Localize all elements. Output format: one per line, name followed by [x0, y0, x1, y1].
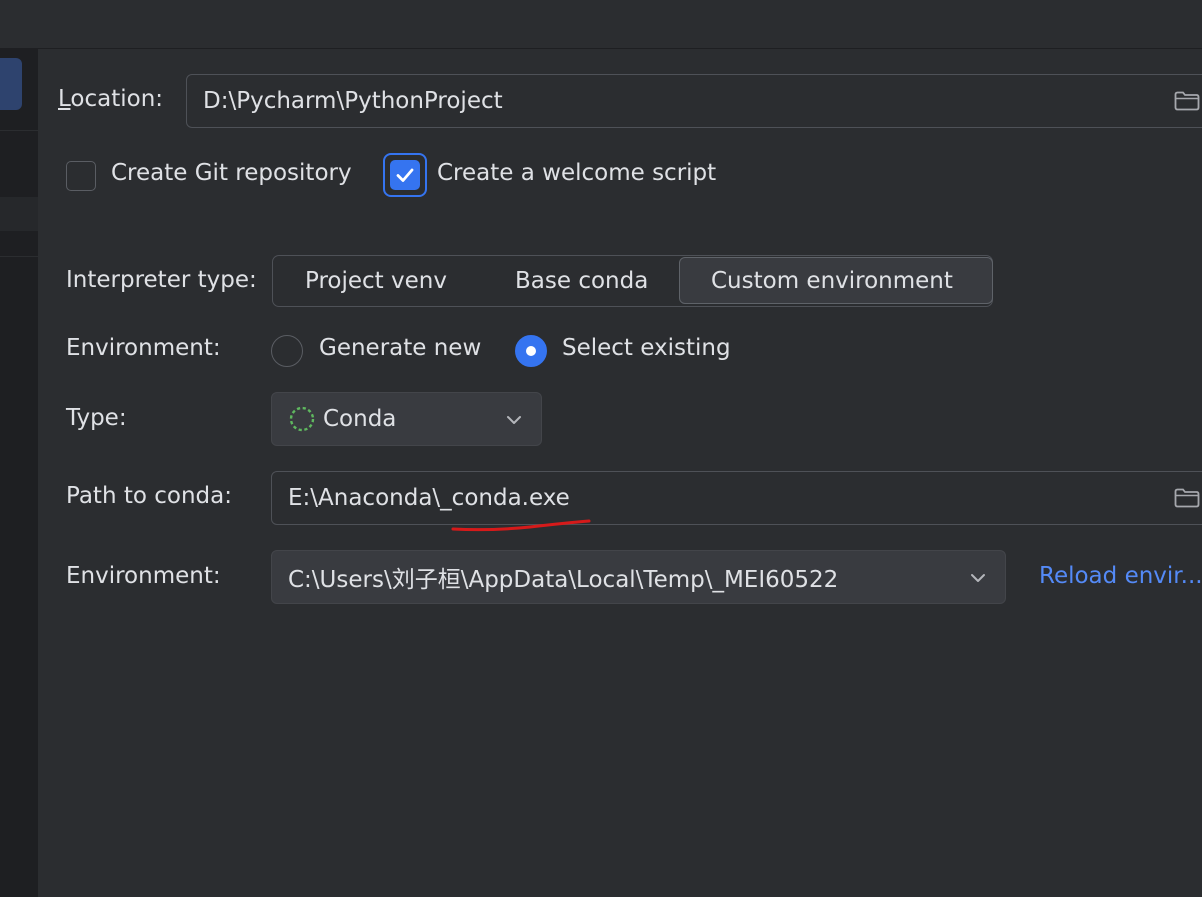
type-value: Conda	[323, 406, 397, 432]
interpreter-type-label: Interpreter type:	[66, 267, 257, 293]
select-existing-radio[interactable]	[515, 335, 547, 367]
conda-spinner-icon	[289, 406, 315, 432]
location-value: D:\Pycharm\PythonProject	[203, 88, 503, 114]
dialog-title-bar	[0, 0, 1202, 49]
segment-base-conda[interactable]: Base conda	[515, 256, 648, 305]
chevron-down-icon	[971, 574, 985, 582]
sidebar-item[interactable]	[0, 197, 38, 231]
red-underline-annotation	[451, 519, 591, 532]
path-to-conda-input[interactable]: E:\Anaconda\_conda.exe	[271, 471, 1202, 525]
sidebar-selected-item[interactable]	[0, 58, 22, 110]
environment-label: Environment:	[66, 563, 221, 589]
segment-custom-environment[interactable]: Custom environment	[679, 257, 993, 304]
location-label: Location:	[58, 86, 163, 112]
reload-environments-link[interactable]: Reload envir...	[1039, 563, 1202, 589]
sidebar-divider	[0, 130, 38, 131]
checkmark-icon	[396, 168, 413, 182]
chevron-down-icon	[507, 416, 521, 424]
path-to-conda-value: E:\Anaconda\_conda.exe	[288, 485, 570, 511]
sidebar-divider	[0, 256, 38, 257]
folder-icon[interactable]	[1174, 91, 1200, 111]
location-label-text: ocation:	[70, 86, 164, 112]
type-label: Type:	[66, 405, 127, 431]
environment-dropdown[interactable]: C:\Users\刘子桓\AppData\Local\Temp\_MEI6052…	[271, 550, 1006, 604]
generate-new-label: Generate new	[319, 335, 482, 361]
create-git-repo-checkbox[interactable]	[66, 161, 96, 191]
interpreter-type-segmented-control: Project venv Base conda Custom environme…	[272, 255, 993, 307]
create-welcome-script-checkbox[interactable]	[390, 160, 420, 190]
project-type-sidebar	[0, 49, 38, 897]
type-dropdown[interactable]: Conda	[271, 392, 542, 446]
create-welcome-script-label: Create a welcome script	[437, 160, 717, 186]
path-to-conda-label: Path to conda:	[66, 483, 232, 509]
generate-new-radio[interactable]	[271, 335, 303, 367]
folder-icon[interactable]	[1174, 488, 1200, 508]
location-label-mnemonic: L	[58, 86, 71, 112]
location-input[interactable]: D:\Pycharm\PythonProject	[186, 74, 1202, 128]
select-existing-label: Select existing	[562, 335, 731, 361]
create-git-repo-label: Create Git repository	[111, 160, 352, 186]
environment-mode-label: Environment:	[66, 335, 221, 361]
segment-project-venv[interactable]: Project venv	[305, 256, 447, 305]
environment-value: C:\Users\刘子桓\AppData\Local\Temp\_MEI6052…	[288, 567, 839, 593]
